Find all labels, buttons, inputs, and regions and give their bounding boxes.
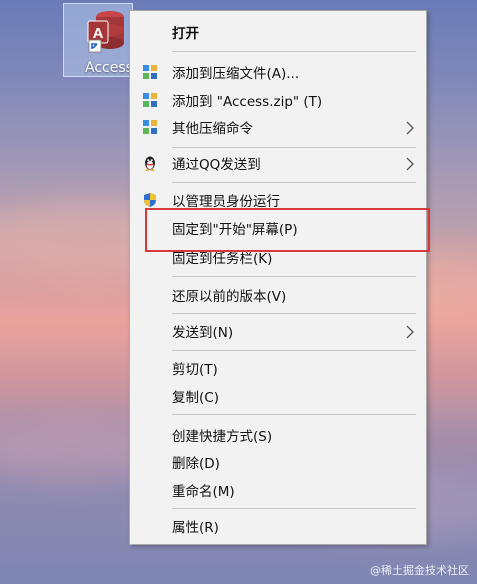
menu-item-rename[interactable]: 重命名(M) bbox=[130, 477, 426, 503]
archive-icon bbox=[142, 92, 158, 108]
qq-penguin-icon bbox=[142, 155, 158, 171]
menu-separator bbox=[172, 147, 416, 148]
menu-item-label: 还原以前的版本(V) bbox=[172, 289, 287, 305]
desktop-shortcut-access[interactable]: A Access bbox=[63, 3, 133, 77]
menu-item-label: 通过QQ发送到 bbox=[172, 157, 261, 173]
menu-item-other-compress[interactable]: 其他压缩命令 bbox=[130, 114, 426, 140]
menu-item-label: 属性(R) bbox=[172, 520, 219, 536]
annotation-highlight-box bbox=[145, 208, 430, 252]
menu-item-send-to[interactable]: 发送到(N) bbox=[130, 318, 426, 344]
archive-icon bbox=[142, 64, 158, 80]
access-icon: A bbox=[86, 8, 126, 54]
menu-separator bbox=[172, 313, 416, 314]
menu-item-copy[interactable]: 复制(C) bbox=[130, 383, 426, 409]
menu-separator bbox=[172, 414, 416, 415]
menu-item-label: 重命名(M) bbox=[172, 484, 235, 500]
menu-item-label: 剪切(T) bbox=[172, 362, 218, 378]
context-menu: 打开 添加到压缩文件(A)... 添加到 "Access.zip" (T) 其他… bbox=[129, 10, 427, 545]
menu-separator bbox=[172, 51, 416, 52]
menu-item-send-via-qq[interactable]: 通过QQ发送到 bbox=[130, 150, 426, 176]
menu-item-properties[interactable]: 属性(R) bbox=[130, 513, 426, 539]
menu-separator bbox=[172, 276, 416, 277]
menu-item-create-shortcut[interactable]: 创建快捷方式(S) bbox=[130, 422, 426, 448]
desktop-icon-label: Access bbox=[85, 60, 133, 76]
menu-separator bbox=[172, 508, 416, 509]
menu-item-restore-versions[interactable]: 还原以前的版本(V) bbox=[130, 282, 426, 308]
menu-item-add-to-archive[interactable]: 添加到压缩文件(A)... bbox=[130, 59, 426, 85]
menu-item-label: 以管理员身份运行 bbox=[172, 194, 280, 210]
archive-icon bbox=[142, 119, 158, 135]
menu-separator bbox=[172, 182, 416, 183]
menu-separator bbox=[172, 350, 416, 351]
menu-item-label: 其他压缩命令 bbox=[172, 121, 253, 137]
svg-text:A: A bbox=[93, 25, 104, 42]
menu-item-label: 发送到(N) bbox=[172, 325, 234, 341]
watermark-text: @稀土掘金技术社区 bbox=[370, 564, 469, 577]
chevron-right-icon bbox=[406, 156, 414, 171]
menu-item-label: 添加到 "Access.zip" (T) bbox=[172, 94, 323, 110]
menu-item-add-to-zip[interactable]: 添加到 "Access.zip" (T) bbox=[130, 87, 426, 113]
menu-item-open[interactable]: 打开 bbox=[130, 19, 426, 45]
chevron-right-icon bbox=[406, 324, 414, 339]
chevron-right-icon bbox=[406, 120, 414, 135]
uac-shield-icon bbox=[142, 192, 158, 208]
menu-item-delete[interactable]: 删除(D) bbox=[130, 449, 426, 475]
menu-item-label: 打开 bbox=[172, 26, 199, 42]
menu-item-label: 删除(D) bbox=[172, 456, 220, 472]
menu-item-label: 复制(C) bbox=[172, 390, 219, 406]
menu-item-label: 创建快捷方式(S) bbox=[172, 429, 273, 445]
menu-item-label: 添加到压缩文件(A)... bbox=[172, 66, 300, 82]
menu-item-cut[interactable]: 剪切(T) bbox=[130, 355, 426, 381]
